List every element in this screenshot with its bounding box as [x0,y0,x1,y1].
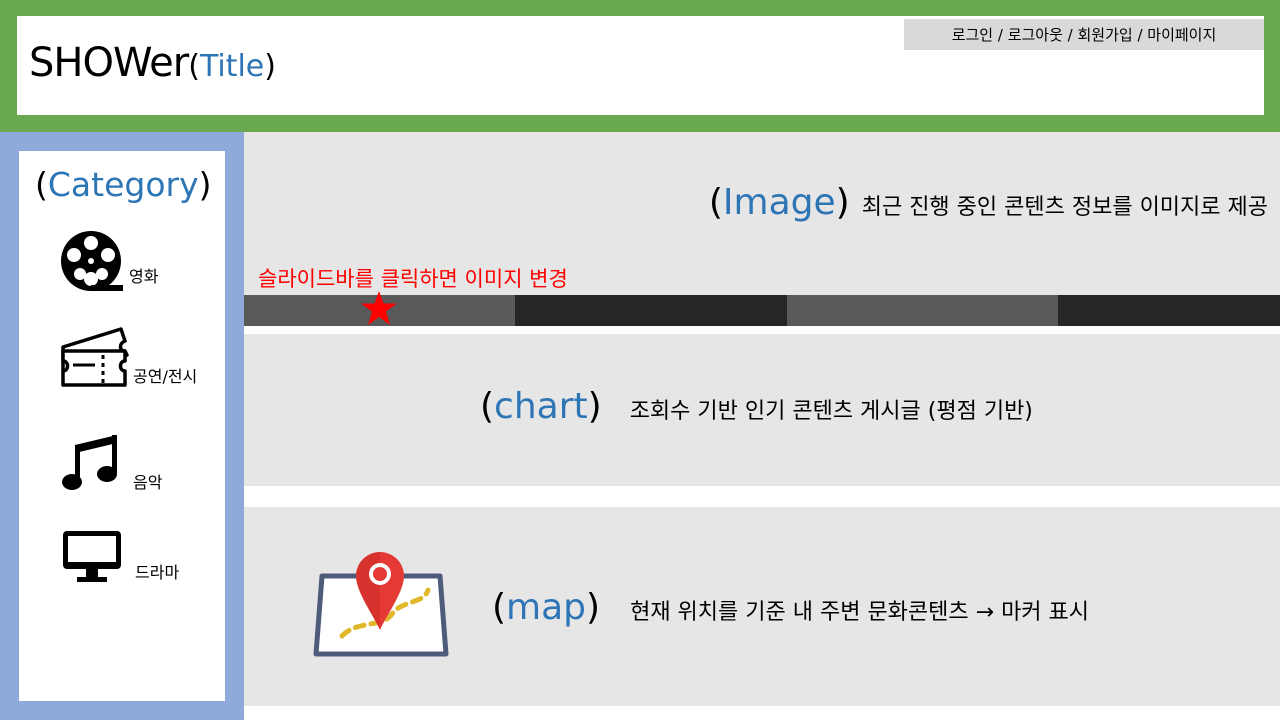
category-label: 공연/전시 [133,367,198,386]
title-annotation: Title [199,49,265,84]
category-label: 영화 [129,267,159,286]
category-item-drama[interactable]: 드라마 [61,529,179,583]
slider-hint: 슬라이드바를 클릭하면 이미지 변경 [258,267,568,291]
header-panel: SHOWer(Title) 로그인 / 로그아웃 / 회원가입 / 마이페이지 [17,16,1264,115]
site-name: SHOWer [29,40,189,86]
ticket-icon [61,327,129,387]
slide-segment-4[interactable] [1058,295,1280,326]
slide-segment-3[interactable] [787,295,1058,326]
image-description: 최근 진행 중인 콘텐츠 정보를 이미지로 제공 [861,195,1268,220]
map-heading: (map) 현재 위치를 기준 내 주변 문화콘텐츠 → 마커 표시 [492,587,1090,628]
category-title: (Category) [35,165,212,204]
category-label: 드라마 [135,563,180,582]
category-item-movie[interactable]: 영화 [59,229,158,293]
monitor-icon [63,531,121,582]
map-pin-icon [313,552,449,657]
header-bar: SHOWer(Title) 로그인 / 로그아웃 / 회원가입 / 마이페이지 [0,0,1280,132]
image-heading: (Image) 최근 진행 중인 콘텐츠 정보를 이미지로 제공 [708,182,1268,223]
category-item-performance[interactable]: 공연/전시 [59,325,197,389]
image-slider[interactable] [244,295,1280,326]
category-item-music[interactable]: 음악 [61,431,162,493]
chart-section: (chart) 조회수 기반 인기 콘텐츠 게시글 (평점 기반) [244,334,1280,486]
site-title[interactable]: SHOWer(Title) [29,40,276,86]
category-label: 음악 [133,473,163,492]
chart-heading: (chart) 조회수 기반 인기 콘텐츠 게시글 (평점 기반) [480,386,1033,427]
map-section: (map) 현재 위치를 기준 내 주변 문화콘텐츠 → 마커 표시 [244,507,1280,706]
film-reel-icon [61,231,123,291]
image-section: (Image) 최근 진행 중인 콘텐츠 정보를 이미지로 제공 슬라이드바를 … [244,132,1280,326]
auth-links[interactable]: 로그인 / 로그아웃 / 회원가입 / 마이페이지 [904,19,1264,50]
map-description: 현재 위치를 기준 내 주변 문화콘텐츠 → 마커 표시 [630,600,1090,625]
chart-description: 조회수 기반 인기 콘텐츠 게시글 (평점 기반) [629,399,1033,424]
star-marker-icon [361,291,397,325]
music-note-icon [62,435,117,490]
slide-segment-2[interactable] [515,295,787,326]
category-panel: (Category) 영화 공연/전시 음악 드라마 [19,151,225,701]
